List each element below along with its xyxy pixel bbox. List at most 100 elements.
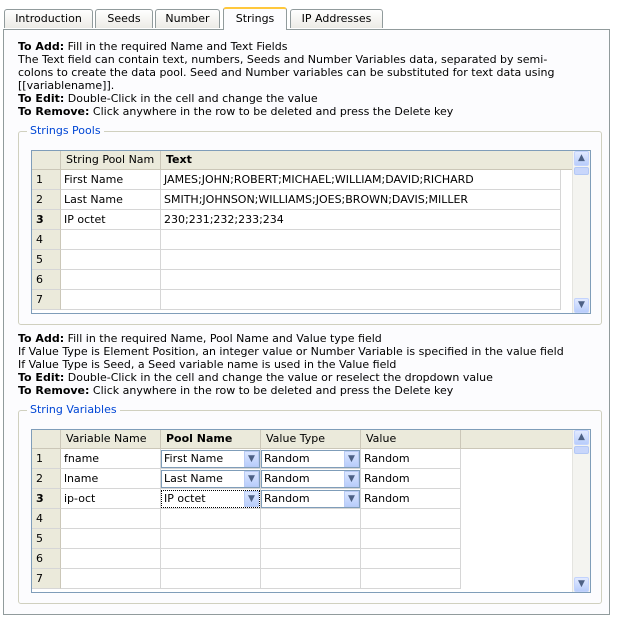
pool-name-dropdown[interactable]: Last Name ▼ xyxy=(161,470,260,488)
tab-strings[interactable]: Strings xyxy=(223,7,287,30)
vars-remove-instruction: To Remove: Click anywhere in the row to … xyxy=(18,384,454,397)
column-header-pool-name[interactable]: Pool Name xyxy=(161,430,261,448)
pools-vertical-scrollbar[interactable]: ▲ ▼ xyxy=(572,151,590,313)
chevron-down-icon[interactable]: ▼ xyxy=(344,491,359,507)
pool-name-cell[interactable] xyxy=(161,549,261,569)
value-type-cell[interactable] xyxy=(261,569,361,589)
variable-name-cell[interactable] xyxy=(61,549,161,569)
value-cell[interactable] xyxy=(361,529,461,549)
row-number: 5 xyxy=(32,250,61,270)
pool-text-cell[interactable]: 230;231;232;233;234 xyxy=(161,210,561,230)
vars-edit-instruction: To Edit: Double-Click in the cell and ch… xyxy=(18,371,493,384)
value-cell[interactable] xyxy=(361,569,461,589)
table-row[interactable]: 6 xyxy=(32,549,590,569)
table-row[interactable]: 3 ip-oct IP octet ▼ Random ▼ Random xyxy=(32,489,590,509)
chevron-down-icon[interactable]: ▼ xyxy=(344,471,359,487)
scroll-up-arrow-icon[interactable]: ▲ xyxy=(574,430,589,445)
tab-introduction[interactable]: Introduction xyxy=(4,9,93,28)
pool-text-cell[interactable] xyxy=(161,230,561,250)
chevron-down-icon[interactable]: ▼ xyxy=(244,471,259,487)
pool-name-cell[interactable]: Last Name xyxy=(61,190,161,210)
variable-name-cell[interactable]: ip-oct xyxy=(61,489,161,509)
pool-name-cell[interactable] xyxy=(61,290,161,310)
pool-name-cell[interactable] xyxy=(61,230,161,250)
column-header-value-type[interactable]: Value Type xyxy=(261,430,361,448)
pool-text-cell[interactable]: JAMES;JOHN;ROBERT;MICHAEL;WILLIAM;DAVID;… xyxy=(161,170,561,190)
value-cell[interactable]: Random xyxy=(361,449,461,469)
table-row[interactable]: 1 First Name JAMES;JOHN;ROBERT;MICHAEL;W… xyxy=(32,170,590,190)
pools-edit-instruction: To Edit: Double-Click in the cell and ch… xyxy=(18,92,318,105)
variable-name-cell[interactable]: lname xyxy=(61,469,161,489)
table-row[interactable]: 7 xyxy=(32,290,590,310)
pool-name-cell[interactable] xyxy=(161,509,261,529)
pool-text-cell[interactable] xyxy=(161,250,561,270)
row-number: 7 xyxy=(32,569,61,589)
scroll-down-arrow-icon[interactable]: ▼ xyxy=(574,577,589,592)
dropdown-value: IP octet xyxy=(164,492,206,505)
table-row[interactable]: 1 fname First Name ▼ Random ▼ Random xyxy=(32,449,590,469)
value-cell[interactable] xyxy=(361,549,461,569)
vars-info-line: If Value Type is Seed, a Seed variable n… xyxy=(18,358,397,371)
table-row[interactable]: 5 xyxy=(32,529,590,549)
row-number: 2 xyxy=(32,469,61,489)
pool-text-cell[interactable]: SMITH;JOHNSON;WILLIAMS;JOES;BROWN;DAVIS;… xyxy=(161,190,561,210)
string-variables-grid[interactable]: Variable Name Pool Name Value Type Value… xyxy=(31,429,591,593)
pool-name-cell[interactable] xyxy=(161,529,261,549)
value-type-dropdown[interactable]: Random ▼ xyxy=(261,470,360,488)
value-type-cell[interactable] xyxy=(261,549,361,569)
column-header-pool-name[interactable]: String Pool Nam xyxy=(61,151,161,169)
row-number: 4 xyxy=(32,509,61,529)
value-type-dropdown[interactable]: Random ▼ xyxy=(261,490,360,508)
table-row[interactable]: 2 Last Name SMITH;JOHNSON;WILLIAMS;JOES;… xyxy=(32,190,590,210)
row-number: 7 xyxy=(32,290,61,310)
pool-name-dropdown[interactable]: IP octet ▼ xyxy=(161,490,260,508)
scroll-thumb[interactable] xyxy=(574,446,589,454)
chevron-down-icon[interactable]: ▼ xyxy=(344,451,359,467)
pool-name-dropdown[interactable]: First Name ▼ xyxy=(161,450,260,468)
value-cell[interactable] xyxy=(361,509,461,529)
variable-name-cell[interactable] xyxy=(61,529,161,549)
table-row[interactable]: 3 IP octet 230;231;232;233;234 xyxy=(32,210,590,230)
variables-vertical-scrollbar[interactable]: ▲ ▼ xyxy=(572,430,590,592)
scroll-up-arrow-icon[interactable]: ▲ xyxy=(574,151,589,166)
table-row[interactable]: 4 xyxy=(32,509,590,529)
pool-name-cell[interactable] xyxy=(61,270,161,290)
pool-name-cell[interactable]: First Name xyxy=(61,170,161,190)
value-cell[interactable]: Random xyxy=(361,469,461,489)
dropdown-value: Last Name xyxy=(164,472,223,485)
column-header-text[interactable]: Text xyxy=(161,151,574,169)
table-row[interactable]: 5 xyxy=(32,250,590,270)
value-type-dropdown[interactable]: Random ▼ xyxy=(261,450,360,468)
grid-header: String Pool Nam Text xyxy=(32,151,590,170)
tab-seeds[interactable]: Seeds xyxy=(95,9,153,28)
pool-name-cell[interactable] xyxy=(161,569,261,589)
pool-text-cell[interactable] xyxy=(161,270,561,290)
pool-name-cell[interactable] xyxy=(61,250,161,270)
chevron-down-icon[interactable]: ▼ xyxy=(244,491,259,507)
column-header-value[interactable]: Value xyxy=(361,430,461,448)
strings-pools-grid[interactable]: String Pool Nam Text 1 First Name JAMES;… xyxy=(31,150,591,314)
row-number: 5 xyxy=(32,529,61,549)
chevron-down-icon[interactable]: ▼ xyxy=(244,451,259,467)
table-row[interactable]: 4 xyxy=(32,230,590,250)
variable-name-cell[interactable] xyxy=(61,509,161,529)
string-variables-title: String Variables xyxy=(27,403,120,416)
tab-number[interactable]: Number xyxy=(155,9,220,28)
table-row[interactable]: 2 lname Last Name ▼ Random ▼ Random xyxy=(32,469,590,489)
pool-text-cell[interactable] xyxy=(161,290,561,310)
value-type-cell[interactable] xyxy=(261,509,361,529)
variable-name-cell[interactable] xyxy=(61,569,161,589)
row-number: 6 xyxy=(32,549,61,569)
table-row[interactable]: 7 xyxy=(32,569,590,589)
pool-name-cell: IP octet ▼ xyxy=(161,489,261,509)
pool-name-cell[interactable]: IP octet xyxy=(61,210,161,230)
table-row[interactable]: 6 xyxy=(32,270,590,290)
scroll-thumb[interactable] xyxy=(574,167,589,175)
tab-ip-addresses[interactable]: IP Addresses xyxy=(290,9,383,28)
row-number: 6 xyxy=(32,270,61,290)
value-cell[interactable]: Random xyxy=(361,489,461,509)
scroll-down-arrow-icon[interactable]: ▼ xyxy=(574,298,589,313)
value-type-cell[interactable] xyxy=(261,529,361,549)
variable-name-cell[interactable]: fname xyxy=(61,449,161,469)
column-header-variable-name[interactable]: Variable Name xyxy=(61,430,161,448)
